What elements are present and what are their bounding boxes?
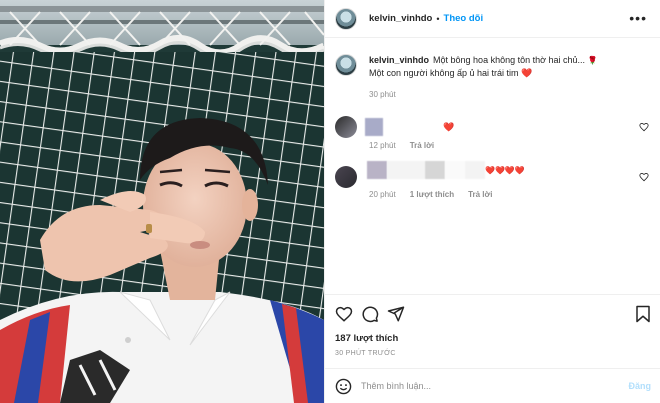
emoji-icon[interactable] <box>335 378 352 395</box>
more-dots-icon[interactable]: ••• <box>629 11 647 25</box>
caption-avatar[interactable] <box>335 54 357 76</box>
commenter-avatar[interactable] <box>335 166 357 188</box>
bookmark-icon[interactable] <box>635 305 651 323</box>
post-caption: kelvin_vinhdo Một bông hoa không tôn thờ … <box>335 54 645 80</box>
comment-icon[interactable] <box>361 305 379 323</box>
heart-icon[interactable] <box>639 122 649 132</box>
caption-username[interactable]: kelvin_vinhdo <box>369 55 429 65</box>
reply-button[interactable]: Trả lời <box>468 190 492 199</box>
follow-button[interactable]: Theo dõi <box>444 13 484 24</box>
heart-icon[interactable] <box>639 172 649 182</box>
caption-line-2: Một con người không ấp ủ hai trái tim <box>369 68 519 78</box>
add-comment-bar: Đăng <box>325 368 660 403</box>
post-actions: 187 lượt thích 30 PHÚT TRƯỚC <box>325 294 660 372</box>
caption-line-1: Một bông hoa không tôn thờ hai chủ... <box>433 55 586 65</box>
post-photo[interactable] <box>0 0 324 403</box>
selfie-image <box>0 0 324 403</box>
instagram-post-view: kelvin_vinhdo • Theo dõi ••• kelvin_vinh… <box>0 0 660 403</box>
blurred-username <box>365 118 383 136</box>
share-icon[interactable] <box>387 305 405 323</box>
commenter-avatar[interactable] <box>335 116 357 138</box>
comment-meta: 20 phút 1 lượt thích Trả lời <box>369 190 492 199</box>
comment-text: ❤️ <box>443 121 455 132</box>
username-link[interactable]: kelvin_vinhdo <box>369 13 432 24</box>
comment-meta: 12 phút Trả lời <box>369 141 434 150</box>
post-header: kelvin_vinhdo • Theo dõi ••• <box>325 0 660 38</box>
heart-emoji: ❤️ <box>521 68 533 78</box>
post-comment-button[interactable]: Đăng <box>629 381 652 391</box>
caption-time: 30 phút <box>369 90 396 99</box>
comment-time: 20 phút <box>369 190 396 199</box>
heart-icon[interactable] <box>335 305 353 323</box>
post-side-panel: kelvin_vinhdo • Theo dõi ••• kelvin_vinh… <box>324 0 660 403</box>
rose-emoji: 🌹 <box>587 56 598 65</box>
reply-button[interactable]: Trả lời <box>410 141 434 150</box>
comment-likes[interactable]: 1 lượt thích <box>410 190 454 199</box>
avatar[interactable] <box>335 7 357 30</box>
comment-line: ❤️❤️❤️❤️ <box>367 159 525 181</box>
separator-dot: • <box>436 13 440 24</box>
caption-text: kelvin_vinhdo Một bông hoa không tôn thờ … <box>369 54 598 80</box>
comment-input[interactable] <box>361 378 611 394</box>
blurred-username <box>367 161 387 179</box>
comment-text: ❤️❤️❤️❤️ <box>485 165 525 175</box>
comment-line: ❤️ <box>365 116 455 138</box>
likes-count[interactable]: 187 lượt thích <box>335 333 398 344</box>
comment-time: 12 phút <box>369 141 396 150</box>
post-timestamp: 30 PHÚT TRƯỚC <box>335 350 396 357</box>
